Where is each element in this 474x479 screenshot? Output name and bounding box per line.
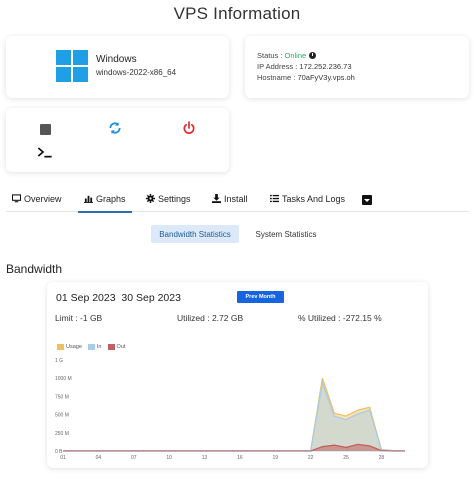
download-icon — [212, 194, 221, 203]
y-tick-label: 750 M — [55, 394, 69, 400]
legend-label-usage: Usage — [66, 344, 82, 350]
tab-graphs-label: Graphs — [96, 194, 126, 204]
restart-button[interactable] — [107, 120, 123, 136]
status-line: Status : Online — [257, 50, 355, 61]
x-tick-label: 04 — [96, 455, 102, 461]
bandwidth-section-title: Bandwidth — [6, 262, 63, 276]
chart-legend: Usage In Out — [57, 344, 125, 350]
tab-install[interactable]: Install — [212, 194, 248, 212]
x-tick-label: 10 — [166, 455, 172, 461]
x-tick-label: 19 — [272, 455, 278, 461]
stop-icon — [39, 123, 51, 135]
legend-item-in[interactable]: In — [87, 344, 102, 350]
tab-bar: Overview Graphs Settings Install Tasks A… — [6, 190, 469, 213]
os-name: Windows — [96, 54, 137, 65]
y-tick-label: 500 M — [55, 413, 69, 419]
status-card: Status : Online IP Address : 172.252.236… — [245, 36, 469, 98]
x-tick-label: 07 — [131, 455, 137, 461]
ip-value: 172.252.236.73 — [299, 62, 352, 71]
legend-swatch-out — [107, 344, 115, 350]
legend-item-usage[interactable]: Usage — [57, 344, 82, 350]
y-tick-label: 1 G — [55, 358, 63, 364]
x-tick-label: 01 — [60, 455, 66, 461]
series-area-in — [63, 382, 405, 451]
power-controls-card — [6, 108, 229, 172]
status-value: Online — [284, 51, 307, 60]
subtab-system-statistics[interactable]: System Statistics — [248, 225, 324, 243]
hostname-label: Hostname : — [257, 73, 298, 82]
x-tick-label: 16 — [237, 455, 243, 461]
windows-logo-icon — [56, 50, 88, 82]
ip-line: IP Address : 172.252.236.73 — [257, 61, 355, 72]
subtab-bandwidth-statistics[interactable]: Bandwidth Statistics — [151, 225, 239, 243]
page-title: VPS Information — [173, 4, 301, 23]
legend-swatch-in — [87, 344, 95, 350]
restart-icon — [109, 122, 121, 134]
gear-icon — [146, 194, 155, 203]
x-tick-label: 13 — [202, 455, 208, 461]
stop-button[interactable] — [37, 121, 53, 137]
bandwidth-card: 01 Sep 2023 30 Sep 2023 Prev Month Limit… — [47, 282, 428, 468]
os-card: Windows windows-2022-x86_64 — [6, 36, 229, 98]
power-button[interactable] — [181, 120, 197, 136]
tab-overview[interactable]: Overview — [12, 194, 62, 212]
clock-icon[interactable] — [309, 52, 317, 59]
ip-label: IP Address : — [257, 62, 300, 71]
tab-graphs[interactable]: Graphs — [78, 194, 132, 213]
tab-overview-label: Overview — [24, 194, 62, 204]
tab-tasks-and-logs[interactable]: Tasks And Logs — [270, 194, 345, 212]
x-tick-label: 25 — [343, 455, 349, 461]
legend-label-in: In — [96, 344, 102, 350]
legend-swatch-usage — [57, 344, 64, 350]
legend-item-out[interactable]: Out — [107, 344, 126, 350]
console-icon — [37, 147, 52, 158]
tab-settings[interactable]: Settings — [146, 194, 191, 212]
console-button[interactable] — [37, 144, 53, 160]
power-icon — [183, 121, 195, 134]
date-range[interactable]: 01 Sep 2023 30 Sep 2023 — [56, 292, 181, 304]
legend-label-out: Out — [116, 344, 126, 350]
y-tick-label: 250 M — [55, 431, 69, 437]
tab-install-label: Install — [224, 194, 248, 204]
limit-stat: Limit : -1 GB — [55, 313, 103, 323]
tab-settings-label: Settings — [158, 194, 191, 204]
x-tick-label: 22 — [308, 455, 314, 461]
os-version: windows-2022-x86_64 — [96, 68, 177, 77]
hostname-value: 70aFyV3y.vps.oh — [297, 73, 355, 82]
percent-utilized-stat: % Utilized : -272.15 % — [298, 313, 382, 323]
hostname-line: Hostname : 70aFyV3y.vps.oh — [257, 72, 355, 83]
list-icon — [270, 194, 279, 203]
bandwidth-chart: 0 B250 M500 M750 M1000 M1 G01 04 07 10 13 16 1… — [55, 358, 405, 461]
y-tick-label: 1000 M — [55, 376, 72, 382]
more-tabs-dropdown-icon[interactable] — [362, 195, 372, 205]
prev-month-button[interactable]: Prev Month — [237, 291, 284, 303]
monitor-icon — [12, 194, 21, 203]
bar-chart-icon — [84, 195, 93, 203]
status-label: Status : — [257, 51, 285, 60]
utilized-stat: Utilized : 2.72 GB — [177, 313, 244, 323]
x-tick-label: 28 — [379, 455, 385, 461]
tab-tasks-label: Tasks And Logs — [282, 194, 346, 204]
